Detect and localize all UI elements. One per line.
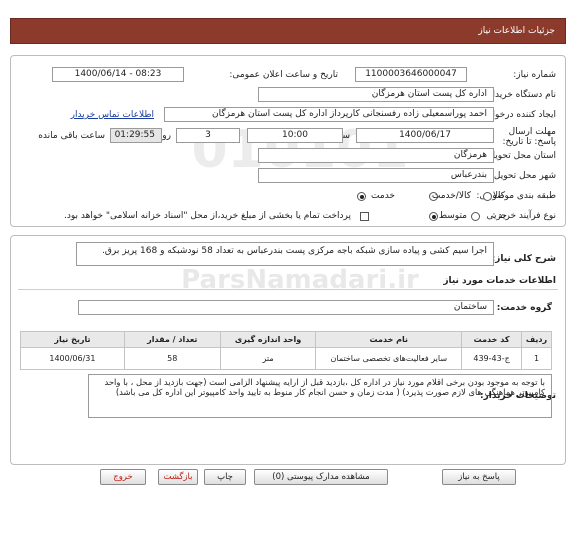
page-title-bar: جزئیات اطلاعات نیاز	[10, 18, 566, 44]
buyer-field: اداره کل پست استان هرمزگان	[258, 87, 494, 102]
service-group-field: ساختمان	[78, 300, 494, 315]
cell-quantity: 58	[123, 347, 221, 370]
purchase-option-medium: متوسط	[438, 211, 467, 221]
cell-unit: متر	[219, 347, 317, 370]
reply-button[interactable]: پاسخ به نیاز	[442, 469, 516, 485]
exit-button[interactable]: خروج	[100, 469, 146, 485]
days-field: 3	[176, 128, 240, 143]
province-field: هرمزگان	[258, 148, 494, 163]
buyer-notes-field: با توجه به موجود بودن برخی اقلام مورد نی…	[88, 374, 552, 418]
deadline-label: مهلت ارسال پاسخ: تا تاریخ:	[502, 127, 556, 147]
col-header-service-name: نام خدمت	[315, 331, 463, 348]
services-heading: اطلاعات خدمات مورد نیاز	[443, 276, 556, 286]
service-group-label: گروه خدمت:	[496, 303, 552, 313]
remaining-label: ساعت باقی مانده	[38, 131, 105, 141]
col-header-unit: واحد اندازه گیری	[219, 331, 317, 348]
announce-label: تاریخ و ساعت اعلان عمومی:	[229, 70, 338, 80]
deadline-date-field: 1400/06/17	[356, 128, 494, 143]
need-number-field: 1100003646000047	[355, 67, 467, 82]
col-header-row-number: ردیف	[521, 331, 552, 348]
summary-field: اجرا سیم کشی و پیاده سازی شبکه باجه مرکز…	[76, 242, 494, 266]
buyer-contact-link[interactable]: اطلاعات تماس خریدار	[71, 110, 154, 120]
section-divider	[18, 289, 558, 290]
requester-field: احمد پوراسمعیلی زاده رفسنجانی کارپرداز ا…	[164, 107, 494, 122]
treasury-checkbox[interactable]	[360, 212, 369, 221]
cell-service-code: ج-43-439	[461, 347, 523, 370]
category-option-goods-service: کالا/خدمت	[431, 191, 471, 201]
buyer-label: نام دستگاه خریدار:	[485, 90, 556, 100]
summary-label: شرح کلی نیاز:	[491, 254, 556, 264]
province-label: استان محل تحویل:	[485, 151, 556, 161]
cell-row-number: 1	[521, 347, 552, 370]
back-button[interactable]: بازگشت	[158, 469, 198, 485]
col-header-service-code: کد خدمت	[461, 331, 523, 348]
category-option-goods: کالا	[492, 191, 505, 201]
remaining-time-field: 01:29:55	[110, 128, 162, 143]
category-radio-goods[interactable]	[483, 192, 492, 201]
purchase-option-minor: جزیی	[486, 211, 507, 221]
page-title: جزئیات اطلاعات نیاز	[478, 26, 555, 36]
purchase-radio-medium[interactable]	[429, 212, 438, 221]
table-row: 1 ج-43-439 سایر فعالیت‌های تخصصی ساختمان…	[20, 347, 552, 370]
city-label: شهر محل تحویل:	[490, 171, 556, 181]
attachments-button[interactable]: مشاهده مدارک پیوستی (0)	[254, 469, 388, 485]
print-button[interactable]: چاپ	[204, 469, 246, 485]
announce-field: 1400/06/14 - 08:23	[52, 67, 184, 82]
treasury-note: پرداخت تمام یا بخشی از مبلغ خرید،از محل …	[63, 211, 351, 221]
city-field: بندرعباس	[258, 168, 494, 183]
col-header-quantity: تعداد / مقدار	[123, 331, 221, 348]
need-number-label: شماره نیاز:	[513, 70, 556, 80]
category-radio-service[interactable]	[357, 192, 366, 201]
category-option-service: خدمت	[371, 191, 395, 201]
cell-need-date: 1400/06/31	[20, 347, 125, 370]
deadline-time-field: 10:00	[247, 128, 343, 143]
cell-service-name: سایر فعالیت‌های تخصصی ساختمان	[315, 347, 463, 370]
purchase-radio-minor[interactable]	[471, 212, 480, 221]
table-header-row: ردیف کد خدمت نام خدمت واحد اندازه گیری ت…	[20, 331, 552, 348]
services-table: ردیف کد خدمت نام خدمت واحد اندازه گیری ت…	[20, 331, 552, 370]
col-header-need-date: تاریخ نیاز	[20, 331, 125, 348]
